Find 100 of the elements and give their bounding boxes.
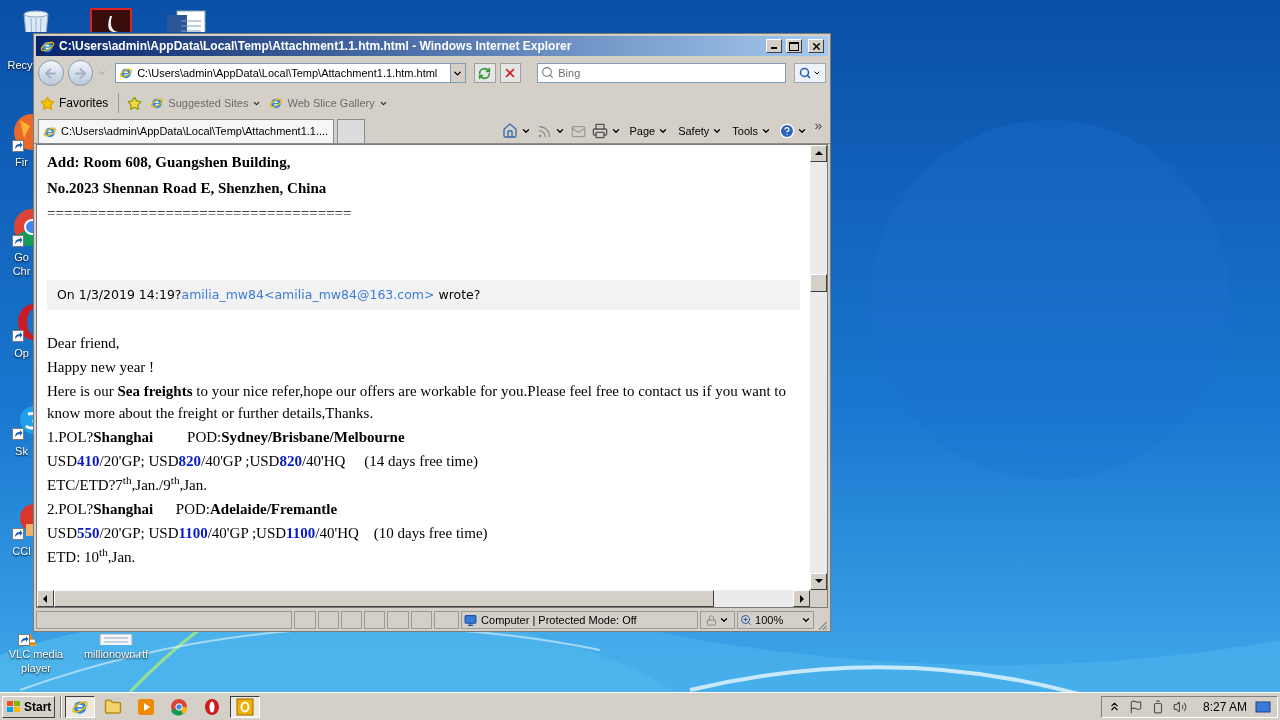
command-menu[interactable]: Tools — [730, 122, 773, 140]
refresh-button[interactable] — [473, 63, 496, 83]
more-chevron-icon[interactable] — [813, 121, 824, 132]
scroll-right-button[interactable] — [793, 590, 810, 607]
caret-icon — [813, 69, 822, 77]
search-button[interactable] — [794, 63, 826, 83]
email-line: 2.POL?Shanghai POD:Adelaide/Fremantle — [47, 500, 339, 519]
quote-suffix: wrote? — [438, 287, 481, 303]
maximize-icon — [789, 41, 799, 51]
close-icon — [810, 40, 822, 52]
desktop-icon-label: Sk — [14, 444, 29, 458]
page-icon — [43, 124, 57, 139]
signature-line: Add: Room 608, Guangshen Building, — [47, 153, 292, 172]
caret-icon — [761, 126, 771, 136]
desktop-icon-label: Recy — [7, 58, 33, 72]
feed-icon — [537, 123, 553, 139]
scroll-up-button[interactable] — [810, 145, 827, 162]
browser-tab[interactable]: C:\Users\admin\AppData\Local\Temp\Attachment1.1.... — [38, 119, 334, 143]
security-zone[interactable]: Computer | Protected Mode: Off — [461, 611, 699, 629]
sender-link[interactable]: amilia_mw84<amilia_mw84@163.com> — [181, 287, 435, 302]
status-pane — [364, 611, 386, 629]
lock-icon — [706, 614, 718, 626]
taskbar-button[interactable] — [230, 695, 261, 718]
scroll-left-button[interactable] — [37, 590, 54, 607]
favorites-link[interactable]: Web Slice Gallery — [269, 94, 388, 112]
email-line: USD550/20'GP; USD1100/40'GP ;USD1100/40'HQ (10 days free time) — [47, 524, 489, 543]
page-icon — [269, 96, 284, 110]
command-menu[interactable]: Page — [627, 122, 671, 140]
status-pane — [433, 611, 460, 629]
desktop-icon-label: Go Chr — [11, 250, 32, 278]
start-button[interactable]: Start — [2, 695, 56, 718]
zoom-button[interactable]: 100% — [737, 611, 815, 629]
stop-button[interactable] — [499, 63, 522, 83]
app-icon — [236, 697, 255, 716]
play-icon — [137, 697, 156, 716]
minimize-button[interactable] — [766, 39, 782, 53]
print-button[interactable] — [592, 123, 622, 139]
mail-icon — [571, 123, 587, 139]
address-text: C:\Users\admin\AppData\Local\Temp\Attachment1.1.htm.html — [137, 65, 439, 81]
caret-icon — [719, 615, 730, 625]
desktop-icon-label: millionown.rtf — [82, 647, 150, 661]
vertical-scrollbar[interactable] — [810, 145, 827, 590]
flag-icon[interactable] — [1128, 699, 1143, 714]
scroll-thumb[interactable] — [810, 274, 827, 292]
caret-icon — [658, 126, 669, 136]
caret-icon — [521, 126, 532, 136]
status-pane — [317, 611, 339, 629]
maximize-button[interactable] — [786, 39, 802, 53]
caret-icon — [611, 126, 622, 136]
home-button[interactable] — [502, 123, 532, 139]
caret-icon — [555, 126, 566, 136]
caret-icon — [797, 126, 807, 136]
star-icon — [127, 95, 143, 111]
feeds-button[interactable] — [537, 123, 566, 139]
taskbar-button[interactable] — [65, 695, 96, 718]
ie-logo-icon — [40, 38, 55, 54]
favorites-button[interactable]: Favorites — [38, 94, 111, 112]
email-line: Here is our Sea freights to your nice refer,hope our offers are workable for you.Please feel free to contact us if you want to know more about the freight or further details,Thanks. — [47, 382, 788, 423]
email-line: Happy new year ! — [47, 358, 156, 377]
forward-arrow-icon — [72, 65, 88, 81]
printer-icon — [592, 123, 609, 139]
desktop-icon-label: Op — [13, 346, 30, 360]
show-desktop-icon[interactable] — [1255, 699, 1271, 714]
page-icon — [119, 66, 134, 80]
document-icon[interactable] — [90, 8, 132, 32]
speaker-icon[interactable] — [1172, 699, 1187, 714]
close-button[interactable] — [808, 39, 824, 53]
desktop-icon-label: VLC media player — [7, 647, 65, 675]
folder-icon — [104, 697, 123, 716]
email-line: Dear friend, — [47, 334, 121, 353]
status-pane — [410, 611, 432, 629]
command-menu[interactable]: Safety — [676, 122, 725, 140]
email-line: ETD: 10$^{th}$,Jan. — [47, 546, 137, 567]
caret-icon — [712, 126, 723, 136]
email-line: USD410/20'GP; USD820/40'GP ;USD820/40'HQ (14 days free time) — [47, 452, 479, 471]
desktop-icon-label: CCl — [11, 544, 32, 558]
favorites-link[interactable]: Suggested Sites — [150, 94, 262, 112]
status-pane — [387, 611, 409, 629]
quote-date: On 1/3/2019 14:19?amilia_mw84<amilia_mw84@163.com> — [57, 287, 435, 303]
help-icon — [779, 123, 795, 139]
caret-icon — [801, 615, 812, 625]
address-field[interactable]: C:\Users\admin\AppData\Local\Temp\Attachment1.1.htm.html — [115, 63, 466, 83]
clock[interactable]: 8:27 AM — [1202, 697, 1247, 716]
window-title: C:\Users\admin\AppData\Local\Temp\Attachment1.1.htm.html - Windows Internet Explorer — [59, 38, 573, 55]
app-icon — [170, 697, 189, 716]
signature-line: No.2023 Shennan Road E, Shenzhen, China — [47, 179, 328, 198]
desktop-icon-label: Fir — [14, 155, 29, 169]
refresh-icon — [478, 66, 492, 80]
search-icon — [799, 67, 812, 79]
app-icon — [203, 697, 222, 716]
page-icon — [150, 96, 165, 110]
search-field[interactable]: Bing — [537, 63, 787, 83]
scroll-down-button[interactable] — [810, 573, 827, 590]
windows-flag-icon — [6, 699, 22, 714]
help-button[interactable] — [779, 123, 807, 139]
address-dropdown-button[interactable] — [449, 64, 465, 82]
email-line: ETC/ETD?7$^{th}$,Jan./9$^{th}$,Jan. — [47, 474, 209, 495]
home-icon — [502, 123, 519, 139]
separator-line: ==================================== — [47, 204, 353, 223]
resize-grip-icon[interactable] — [816, 619, 828, 631]
